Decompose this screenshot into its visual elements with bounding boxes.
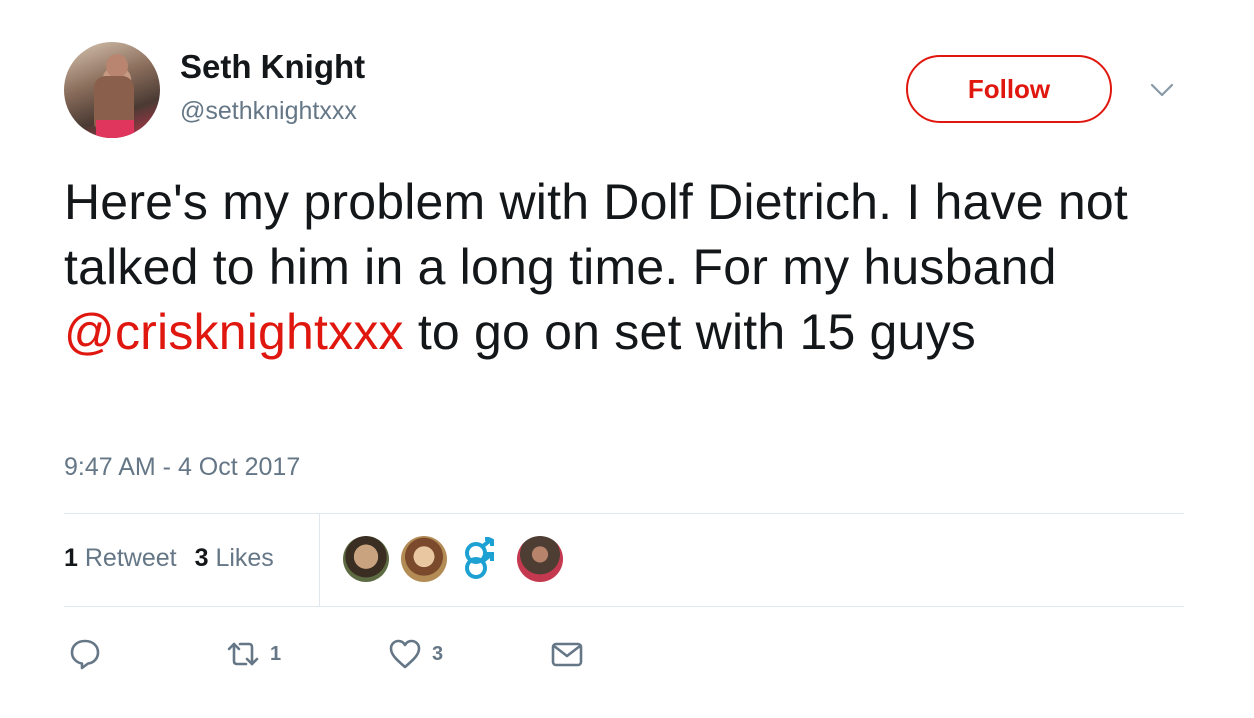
stats-vertical-divider	[319, 514, 320, 606]
reply-button[interactable]	[68, 636, 102, 672]
avatar-shorts	[96, 120, 134, 138]
likes-count: 3	[194, 544, 209, 572]
retweet-button[interactable]: 1	[226, 636, 281, 672]
author-handle[interactable]: @sethknightxxx	[180, 97, 357, 126]
liker-avatar[interactable]	[401, 536, 447, 582]
like-button[interactable]: 3	[388, 636, 443, 672]
envelope-icon	[551, 642, 583, 667]
retweet-count: 1	[270, 642, 282, 665]
likes-stat[interactable]: 3 Likes	[195, 544, 274, 573]
divider-top	[64, 513, 1184, 514]
retweets-stat[interactable]: 1 Retweet	[64, 544, 177, 573]
tweet-text: Here's my problem with Dolf Dietrich. I …	[64, 170, 1194, 365]
male-symbols-icon	[465, 537, 494, 579]
likers-avatars	[343, 536, 563, 582]
liker-avatar[interactable]	[343, 536, 389, 582]
liker-avatar[interactable]	[517, 536, 563, 582]
author-avatar[interactable]	[64, 42, 160, 138]
retweet-icon	[227, 642, 259, 666]
like-count: 3	[432, 642, 444, 665]
follow-button[interactable]: Follow	[906, 55, 1112, 123]
liker-avatar[interactable]	[459, 536, 505, 582]
author-display-name[interactable]: Seth Knight	[180, 48, 365, 86]
tweet-text-after: to go on set with 15 guys	[403, 304, 976, 360]
divider-bottom	[64, 606, 1184, 607]
tweet-timestamp[interactable]: 9:47 AM - 4 Oct 2017	[64, 453, 300, 482]
retweets-count: 1	[64, 544, 78, 572]
tweet-text-before: Here's my problem with Dolf Dietrich. I …	[64, 174, 1128, 295]
avatar-head	[106, 54, 128, 78]
message-button[interactable]	[550, 636, 584, 672]
chevron-down-icon[interactable]	[1150, 80, 1174, 100]
tweet-card: Seth Knight @sethknightxxx Follow Here's…	[0, 0, 1254, 718]
likes-label: Likes	[215, 544, 274, 572]
mention-link[interactable]: @crisknightxxx	[64, 304, 404, 360]
heart-icon	[389, 639, 421, 669]
tweet-stats: 1 Retweet 3 Likes	[64, 544, 274, 573]
retweets-label: Retweet	[84, 544, 177, 572]
reply-icon	[70, 639, 100, 670]
